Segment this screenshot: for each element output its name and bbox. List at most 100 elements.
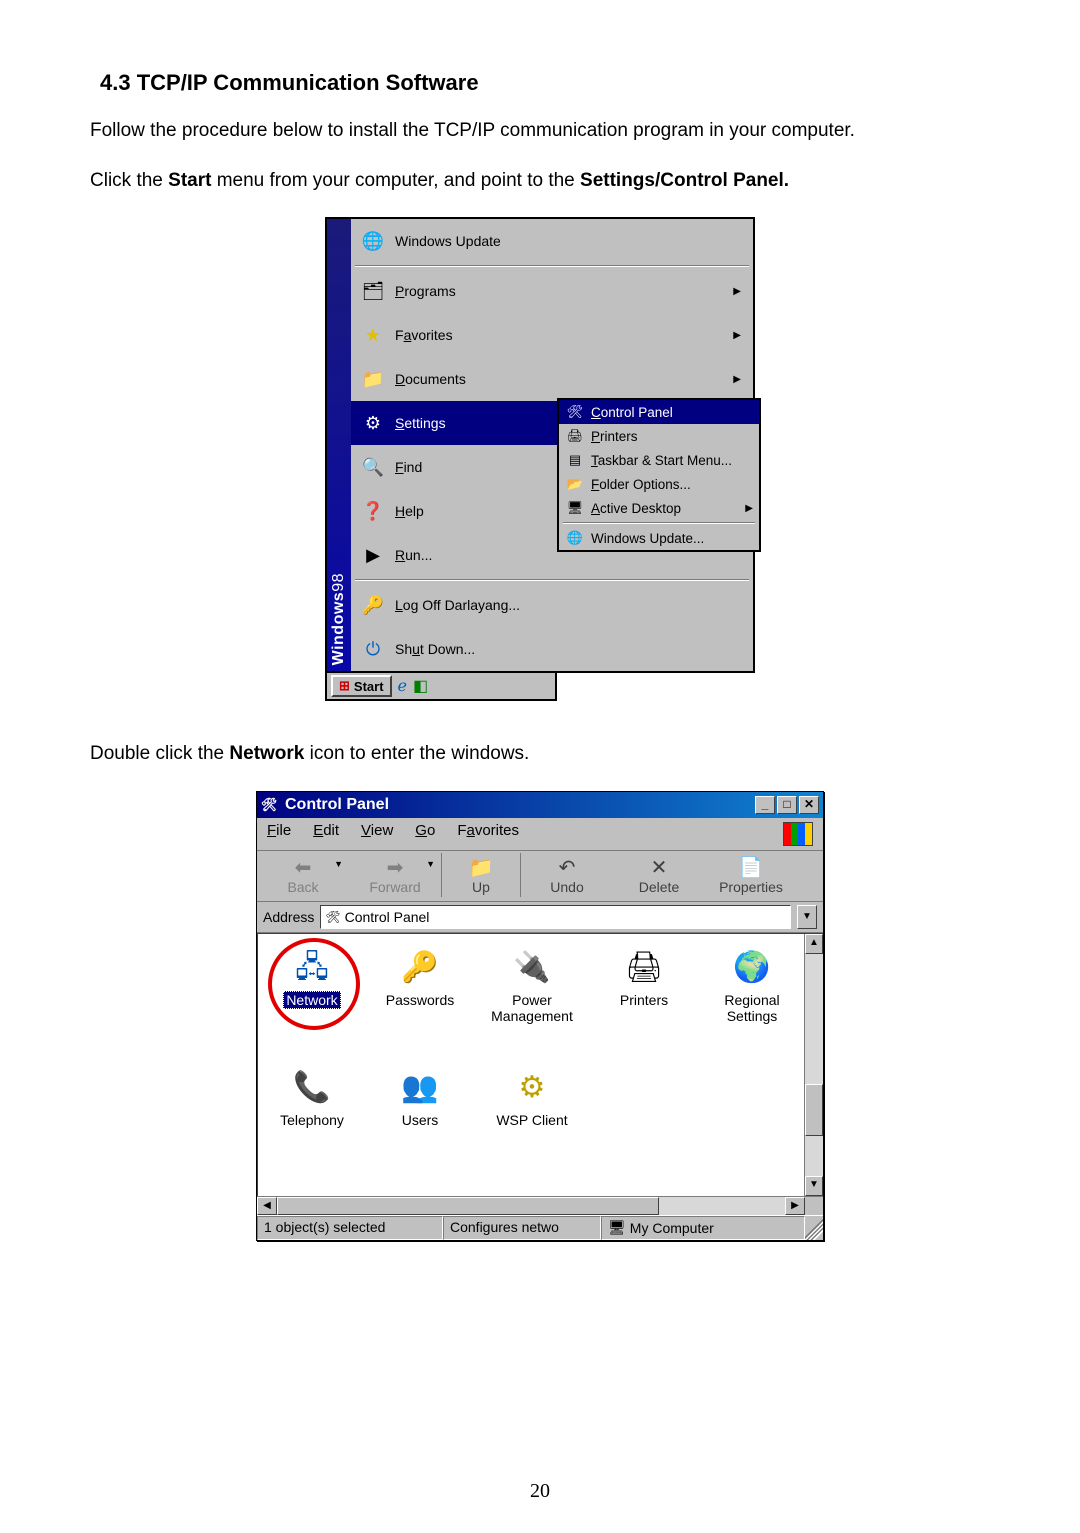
folder-options-icon: 📂 <box>565 476 585 492</box>
submenu-control-panel[interactable]: 🛠 Control Panel <box>559 400 759 424</box>
toolbar-up[interactable]: 📁 Up <box>442 853 521 897</box>
toolbar: ⬅ Back ▼ ➡ Forward ▼ 📁 Up ↶ Undo ✕ Delet… <box>257 851 823 902</box>
icon-telephony[interactable]: 📞 Telephony <box>262 1068 362 1128</box>
scroll-right-button[interactable]: ▶ <box>785 1197 805 1215</box>
settings-submenu: 🛠 Control Panel 🖨 Printers ▤ Taskbar & S… <box>557 398 761 552</box>
resize-grip[interactable] <box>805 1216 823 1240</box>
maximize-button[interactable]: □ <box>777 796 797 814</box>
menu-favorites[interactable]: Favorites <box>457 822 519 846</box>
vertical-scrollbar[interactable]: ▲ ▼ <box>804 934 823 1196</box>
start-menu-shutdown[interactable]: ⏻ Shut Down... <box>351 627 753 671</box>
scroll-up-button[interactable]: ▲ <box>805 934 823 954</box>
icon-power-management[interactable]: 🔌 Power Management <box>482 948 582 1024</box>
address-label: Address <box>263 909 314 925</box>
icon-wsp-client[interactable]: ⚙ WSP Client <box>482 1068 582 1128</box>
section-heading: 4.3 TCP/IP Communication Software <box>100 70 990 96</box>
status-bar: 1 object(s) selected Configures netwo 🖥 … <box>257 1215 823 1240</box>
printers-icon: 🖨 <box>565 428 585 444</box>
back-arrow-icon: ⬅ <box>261 855 345 879</box>
favorites-icon: ★ <box>359 323 387 347</box>
scroll-thumb[interactable] <box>277 1197 659 1215</box>
find-icon: 🔍 <box>359 455 387 479</box>
start-menu-favorites[interactable]: ★ Favorites ▶ <box>351 313 753 357</box>
taskbar: ⊞ Start ℯ ◧ <box>325 673 557 701</box>
control-panel-icon: 🛠 <box>261 797 279 813</box>
figure-control-panel-window: 🛠 Control Panel _ □ ✕ File Edit View Go … <box>256 791 824 1241</box>
submenu-taskbar[interactable]: ▤ Taskbar & Start Menu... <box>559 448 759 472</box>
properties-icon: 📄 <box>709 855 793 879</box>
undo-icon: ↶ <box>525 855 609 879</box>
my-computer-icon: 🖥 <box>608 1219 626 1236</box>
scroll-track[interactable] <box>277 1197 785 1215</box>
menu-file[interactable]: File <box>267 822 291 846</box>
chevron-right-icon: ▶ <box>745 503 753 514</box>
start-button[interactable]: ⊞ Start <box>331 675 392 697</box>
chevron-right-icon: ▶ <box>733 374 745 385</box>
window-titlebar[interactable]: 🛠 Control Panel _ □ ✕ <box>257 792 823 818</box>
forward-arrow-icon: ➡ <box>353 855 437 879</box>
control-panel-icon: 🛠 <box>325 910 340 924</box>
submenu-folder-options[interactable]: 📂 Folder Options... <box>559 472 759 496</box>
quicklaunch-desktop-icon[interactable]: ◧ <box>413 676 428 696</box>
intro-paragraph-1: Follow the procedure below to install th… <box>90 118 990 144</box>
horizontal-scrollbar[interactable]: ◀ ▶ <box>257 1196 823 1215</box>
windows98-brand-strip: Windows98 <box>325 217 351 673</box>
icon-printers[interactable]: 🖨 Printers <box>594 948 694 1008</box>
globe-update-icon: 🌐 <box>565 530 585 546</box>
active-desktop-icon: 🖥 <box>565 500 585 516</box>
status-description: Configures netwo <box>443 1216 601 1240</box>
taskbar-icon: ▤ <box>565 452 585 468</box>
scroll-down-button[interactable]: ▼ <box>805 1176 823 1196</box>
submenu-printers[interactable]: 🖨 Printers <box>559 424 759 448</box>
quicklaunch-ie-icon[interactable]: ℯ <box>398 676 407 696</box>
wsp-client-icon: ⚙ <box>512 1068 552 1108</box>
figure-start-menu: Windows98 🌐 Windows Update 🗂 Programs ▶ … <box>325 217 755 701</box>
globe-update-icon: 🌐 <box>359 229 387 253</box>
power-plug-icon: 🔌 <box>512 948 552 988</box>
programs-icon: 🗂 <box>359 279 387 303</box>
icon-regional-settings[interactable]: 🌍 Regional Settings <box>702 948 802 1024</box>
chevron-right-icon: ▶ <box>733 286 745 297</box>
scroll-corner <box>805 1197 823 1215</box>
network-icon: 🖧 <box>292 948 332 988</box>
menu-go[interactable]: Go <box>415 822 435 846</box>
windows-flag-icon <box>783 822 813 846</box>
key-icon: 🔑 <box>400 948 440 988</box>
toolbar-back[interactable]: ⬅ Back ▼ <box>257 853 349 897</box>
submenu-active-desktop[interactable]: 🖥 Active Desktop ▶ <box>559 496 759 520</box>
shutdown-icon: ⏻ <box>359 637 387 661</box>
minimize-button[interactable]: _ <box>755 796 775 814</box>
dropdown-icon[interactable]: ▼ <box>334 859 343 869</box>
documents-icon: 📁 <box>359 367 387 391</box>
submenu-windows-update[interactable]: 🌐 Windows Update... <box>559 526 759 550</box>
run-icon: ▶ <box>359 543 387 567</box>
scroll-thumb[interactable] <box>805 1084 823 1136</box>
address-field[interactable]: 🛠 Control Panel <box>320 905 791 929</box>
status-location: 🖥 My Computer <box>601 1216 805 1240</box>
toolbar-delete[interactable]: ✕ Delete <box>613 853 705 897</box>
chevron-right-icon: ▶ <box>733 330 745 341</box>
address-dropdown[interactable]: ▼ <box>797 905 817 929</box>
toolbar-properties[interactable]: 📄 Properties <box>705 853 797 897</box>
icon-network[interactable]: 🖧 Network <box>262 948 362 1008</box>
dropdown-icon[interactable]: ▼ <box>426 859 435 869</box>
printer-icon: 🖨 <box>624 948 664 988</box>
scroll-left-button[interactable]: ◀ <box>257 1197 277 1215</box>
toolbar-undo[interactable]: ↶ Undo <box>521 853 613 897</box>
icon-passwords[interactable]: 🔑 Passwords <box>370 948 470 1008</box>
toolbar-forward[interactable]: ➡ Forward ▼ <box>349 853 442 897</box>
close-button[interactable]: ✕ <box>799 796 819 814</box>
start-menu-windows-update[interactable]: 🌐 Windows Update <box>351 219 753 263</box>
scroll-track[interactable] <box>805 954 823 1176</box>
menu-edit[interactable]: Edit <box>313 822 339 846</box>
icon-pane[interactable]: 🖧 Network 🔑 Passwords 🔌 Power Management… <box>258 934 804 1196</box>
telephone-icon: 📞 <box>292 1068 332 1108</box>
page-number: 20 <box>0 1480 1080 1503</box>
start-menu-programs[interactable]: 🗂 Programs ▶ <box>351 269 753 313</box>
menu-view[interactable]: View <box>361 822 393 846</box>
start-menu-logoff[interactable]: 🔑 Log Off Darlayang... <box>351 583 753 627</box>
windows-flag-icon: ⊞ <box>339 678 350 694</box>
start-menu-documents[interactable]: 📁 Documents ▶ <box>351 357 753 401</box>
icon-users[interactable]: 👥 Users <box>370 1068 470 1128</box>
intro-paragraph-3: Double click the Network icon to enter t… <box>90 741 990 767</box>
